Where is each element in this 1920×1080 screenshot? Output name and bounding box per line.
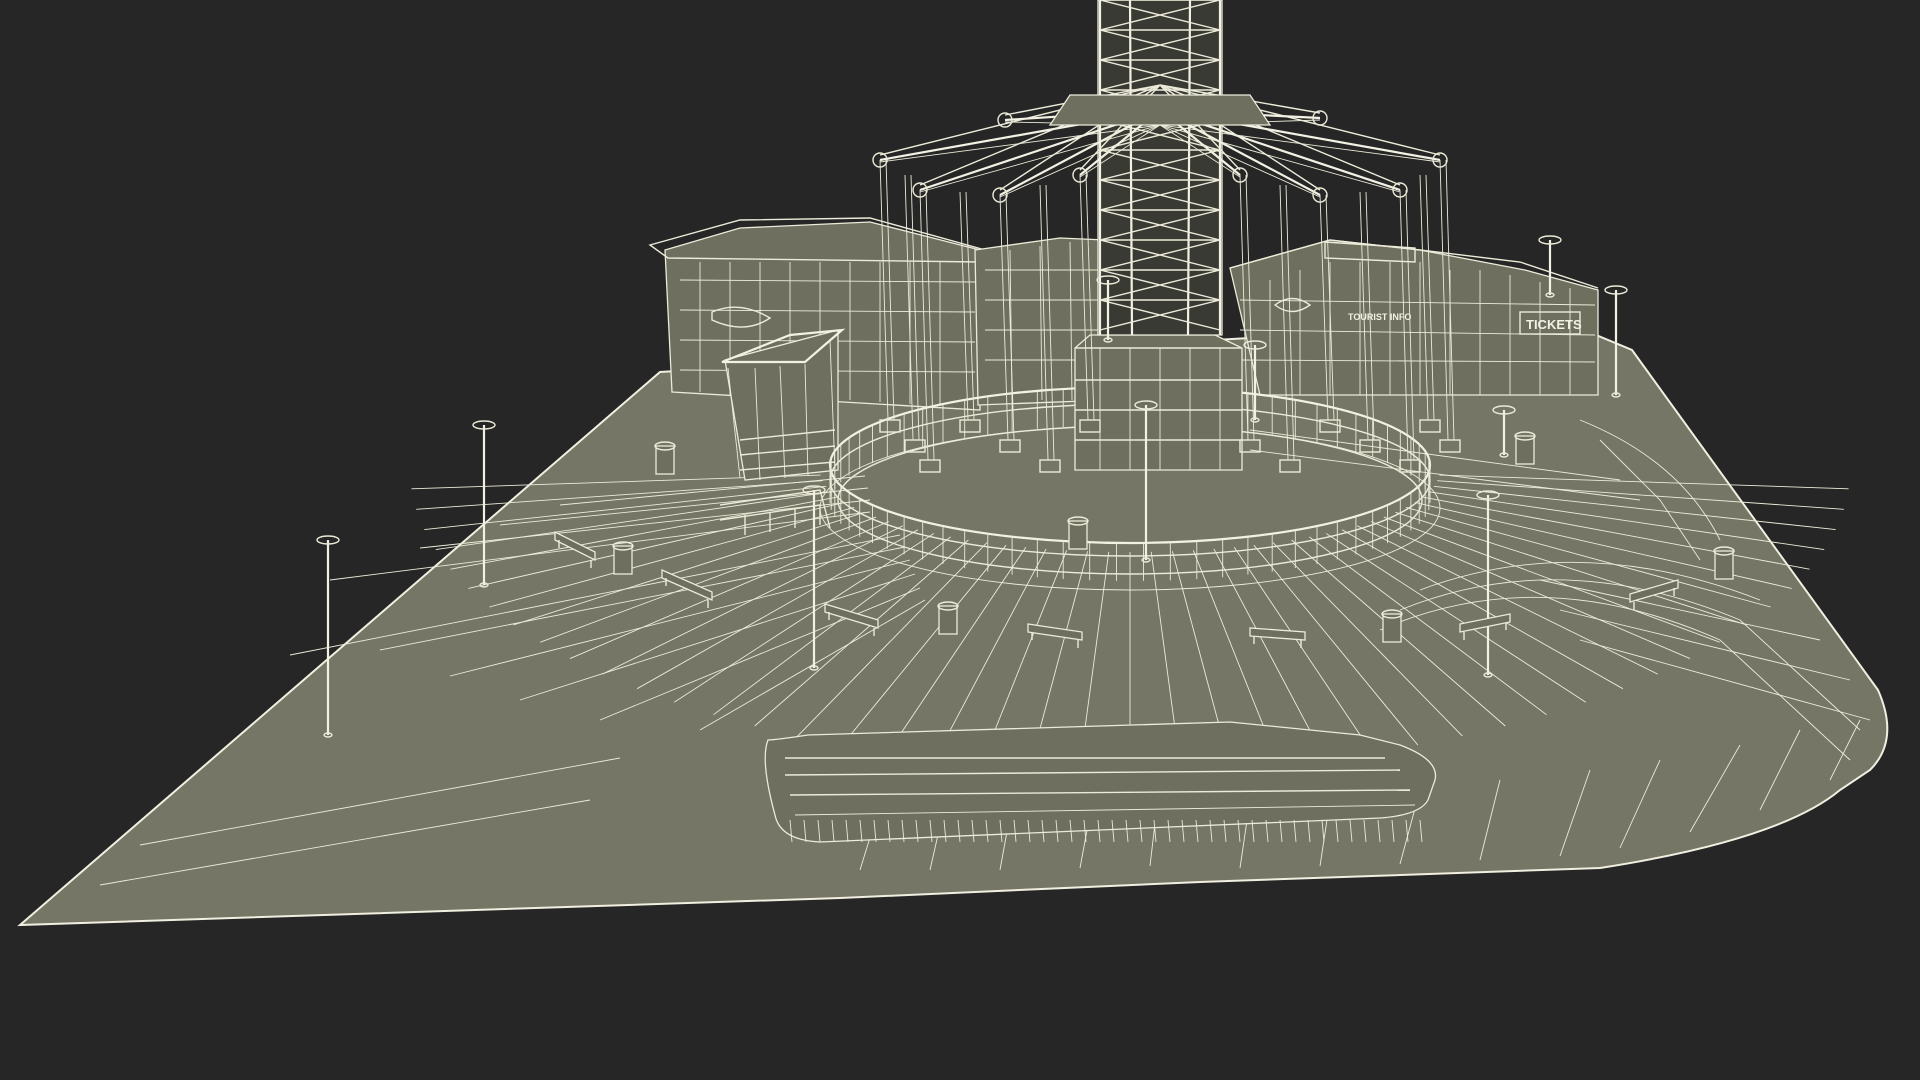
viewport: TOURIST INFO TICKETS	[0, 0, 1920, 1080]
tower-lattice	[1097, 0, 1223, 336]
tickets-sign: TICKETS	[1526, 317, 1582, 332]
trash-bin	[1067, 516, 1089, 550]
trash-bin	[654, 441, 676, 475]
tourist-info-sign: TOURIST INFO	[1348, 312, 1411, 322]
trash-bin	[612, 541, 634, 575]
trash-bin	[1514, 431, 1536, 465]
trash-bin	[1713, 546, 1735, 580]
canopy-hub	[1048, 94, 1272, 126]
tower-base	[1074, 334, 1243, 471]
trash-bin	[1381, 609, 1403, 643]
trash-bin	[937, 601, 959, 635]
wireframe-scene: TOURIST INFO TICKETS	[17, 0, 1889, 927]
